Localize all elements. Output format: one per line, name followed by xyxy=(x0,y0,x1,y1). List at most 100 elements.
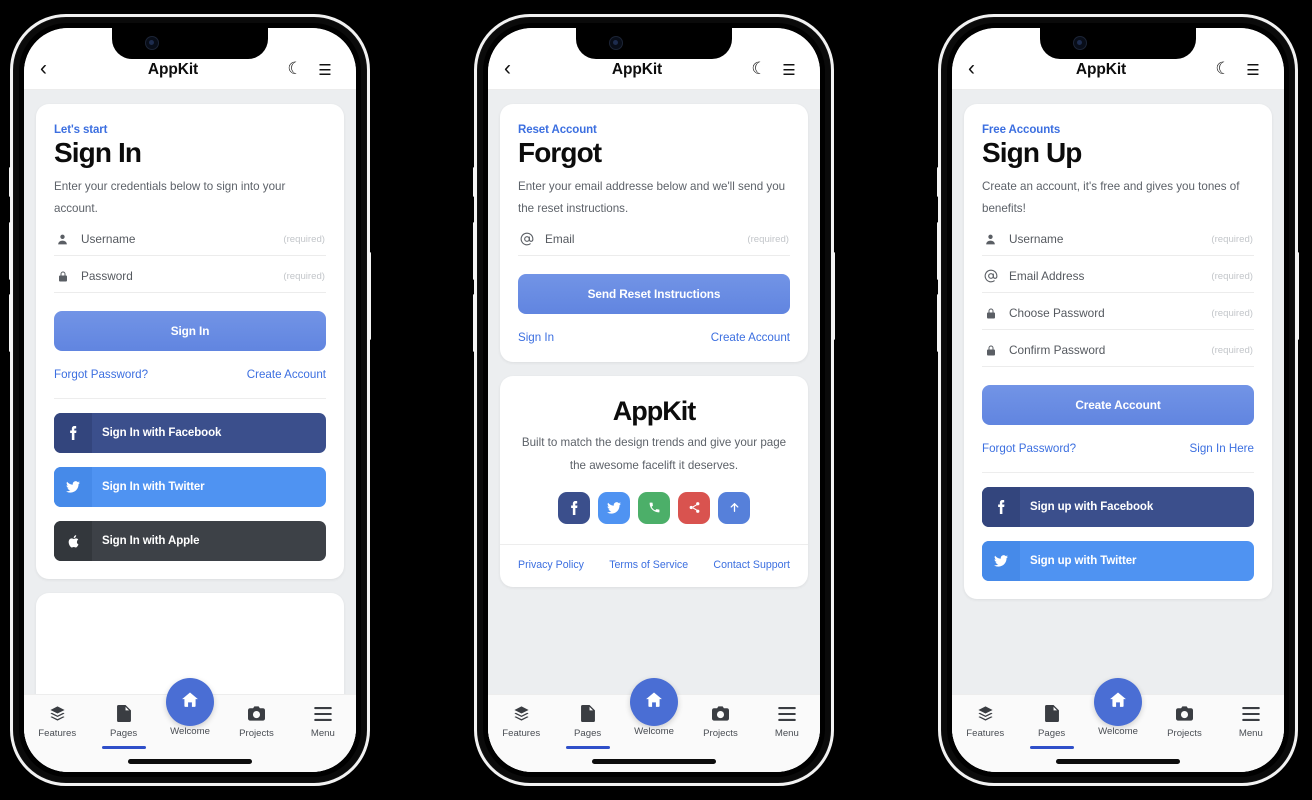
sign-in-link[interactable]: Sign In xyxy=(518,331,554,344)
hamburger-icon[interactable]: ☰ xyxy=(1238,61,1268,79)
username-field[interactable]: Username (required) xyxy=(54,219,326,257)
tab-features[interactable]: Features xyxy=(24,704,90,739)
scroll-area[interactable]: Let's start Sign In Enter your credentia… xyxy=(24,90,356,772)
tab-menu[interactable]: Menu xyxy=(290,704,356,739)
silent-switch[interactable] xyxy=(9,167,12,197)
auth-links: Sign In Create Account xyxy=(518,331,790,344)
forgot-password-link[interactable]: Forgot Password? xyxy=(982,442,1076,455)
forgot-password-link[interactable]: Forgot Password? xyxy=(54,368,148,381)
required-tag: (required) xyxy=(1211,233,1253,245)
silent-switch[interactable] xyxy=(937,167,940,197)
signin-apple-button[interactable]: Sign In with Apple xyxy=(54,521,326,562)
tab-projects[interactable]: Projects xyxy=(223,704,289,739)
scroll-area[interactable]: Free Accounts Sign Up Create an account,… xyxy=(952,90,1284,772)
required-tag: (required) xyxy=(1211,344,1253,356)
tab-pages[interactable]: Pages xyxy=(90,704,156,749)
moon-icon[interactable]: ☾ xyxy=(744,59,774,79)
create-account-button[interactable]: Create Account xyxy=(982,385,1254,426)
signin-facebook-button[interactable]: Sign In with Facebook xyxy=(54,413,326,454)
contact-support-link[interactable]: Contact Support xyxy=(713,559,790,571)
tab-projects-label: Projects xyxy=(239,728,274,739)
promo-text: Built to match the design trends and giv… xyxy=(521,436,787,473)
password-field[interactable]: Password (required) xyxy=(54,256,326,294)
home-fab-button[interactable] xyxy=(166,678,215,726)
hamburger-icon xyxy=(314,704,332,723)
tab-welcome-label: Welcome xyxy=(170,726,210,737)
email-field[interactable]: Email (required) xyxy=(518,219,790,257)
volume-down-button[interactable] xyxy=(937,294,940,352)
send-reset-instructions-button[interactable]: Send Reset Instructions xyxy=(518,274,790,315)
back-chevron-icon[interactable]: ‹ xyxy=(40,58,66,79)
required-tag: (required) xyxy=(283,233,325,245)
home-fab-button[interactable] xyxy=(630,678,679,726)
back-chevron-icon[interactable]: ‹ xyxy=(504,58,530,79)
tab-welcome[interactable]: Welcome xyxy=(157,678,223,737)
tab-projects[interactable]: Projects xyxy=(1151,704,1217,739)
signup-facebook-label: Sign up with Facebook xyxy=(1030,501,1154,514)
tab-menu[interactable]: Menu xyxy=(1218,704,1284,739)
phone-device-signup: ‹ AppKit ☾ ☰ Free Accounts Sign Up Creat… xyxy=(937,14,1299,786)
twitter-icon[interactable] xyxy=(598,491,630,524)
tab-features[interactable]: Features xyxy=(952,704,1018,739)
power-button[interactable] xyxy=(368,252,371,340)
create-account-link[interactable]: Create Account xyxy=(711,331,790,344)
hamburger-icon[interactable]: ☰ xyxy=(774,61,804,79)
volume-down-button[interactable] xyxy=(9,294,12,352)
email-address-field[interactable]: Email Address (required) xyxy=(982,256,1254,294)
home-icon xyxy=(644,690,664,715)
signup-facebook-button[interactable]: Sign up with Facebook xyxy=(982,487,1254,528)
document-icon xyxy=(1044,704,1059,723)
back-chevron-icon[interactable]: ‹ xyxy=(968,58,994,79)
volume-up-button[interactable] xyxy=(937,222,940,280)
confirm-password-field[interactable]: Confirm Password (required) xyxy=(982,330,1254,368)
page-title: AppKit xyxy=(611,61,663,78)
power-button[interactable] xyxy=(832,252,835,340)
notch xyxy=(1040,28,1196,59)
tab-menu[interactable]: Menu xyxy=(754,704,820,739)
required-tag: (required) xyxy=(283,270,325,282)
tab-pages[interactable]: Pages xyxy=(554,704,620,749)
home-fab-button[interactable] xyxy=(1094,678,1143,726)
share-icon[interactable] xyxy=(678,491,710,524)
front-camera-icon xyxy=(146,37,158,49)
hamburger-icon[interactable]: ☰ xyxy=(310,61,340,79)
tab-welcome[interactable]: Welcome xyxy=(1085,678,1151,737)
signup-twitter-button[interactable]: Sign up with Twitter xyxy=(982,541,1254,582)
terms-of-service-link[interactable]: Terms of Service xyxy=(609,559,688,571)
volume-down-button[interactable] xyxy=(473,294,476,352)
privacy-policy-link[interactable]: Privacy Policy xyxy=(518,559,584,571)
layers-icon xyxy=(49,704,66,723)
phone-icon[interactable] xyxy=(638,491,670,524)
scroll-area[interactable]: Reset Account Forgot Enter your email ad… xyxy=(488,90,820,772)
username-field[interactable]: Username (required) xyxy=(982,219,1254,257)
phone-bezel: ‹ AppKit ☾ ☰ Free Accounts Sign Up Creat… xyxy=(947,23,1289,777)
tab-features[interactable]: Features xyxy=(488,704,554,739)
facebook-icon[interactable] xyxy=(558,491,590,524)
tab-menu-label: Menu xyxy=(1238,728,1263,739)
choose-password-field[interactable]: Choose Password (required) xyxy=(982,293,1254,331)
screenshot-canvas: ‹ AppKit ☾ ☰ Let's start Sign In Enter y… xyxy=(0,0,1312,800)
tab-pages-label: Pages xyxy=(110,728,138,739)
sign-in-here-link[interactable]: Sign In Here xyxy=(1190,442,1254,455)
signin-twitter-label: Sign In with Twitter xyxy=(102,481,205,494)
volume-up-button[interactable] xyxy=(473,222,476,280)
create-account-link[interactable]: Create Account xyxy=(247,368,326,381)
tab-projects[interactable]: Projects xyxy=(687,704,753,739)
power-button[interactable] xyxy=(1296,252,1299,340)
home-indicator xyxy=(592,759,716,764)
card-eyebrow: Free Accounts xyxy=(982,124,1061,136)
volume-up-button[interactable] xyxy=(9,222,12,280)
sign-in-button[interactable]: Sign In xyxy=(54,311,326,352)
username-label: Username xyxy=(81,232,136,247)
tab-pages[interactable]: Pages xyxy=(1018,704,1084,749)
password-label: Password xyxy=(81,269,133,284)
card-title: Forgot xyxy=(518,137,602,168)
signin-twitter-button[interactable]: Sign In with Twitter xyxy=(54,467,326,508)
moon-icon[interactable]: ☾ xyxy=(280,59,310,79)
tab-welcome[interactable]: Welcome xyxy=(621,678,687,737)
divider xyxy=(54,398,326,400)
arrow-up-icon[interactable] xyxy=(718,491,750,524)
silent-switch[interactable] xyxy=(473,167,476,197)
moon-icon[interactable]: ☾ xyxy=(1208,59,1238,79)
auth-links: Forgot Password? Create Account xyxy=(54,368,326,381)
